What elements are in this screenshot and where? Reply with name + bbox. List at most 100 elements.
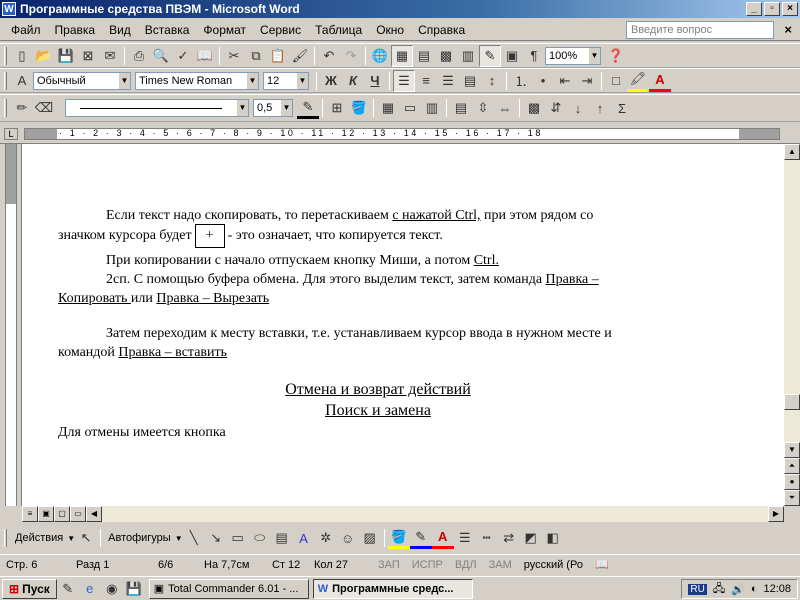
menu-table[interactable]: Таблица	[308, 21, 369, 39]
draw-font-color-icon[interactable]: A	[431, 527, 454, 549]
diagram-icon[interactable]: ✲	[315, 527, 337, 549]
scroll-down-icon[interactable]: ▼	[784, 442, 800, 458]
numbering-icon[interactable]: ⒈	[510, 70, 532, 92]
shadow-icon[interactable]: ◩	[520, 527, 542, 549]
cut-icon[interactable]: ✂	[223, 45, 245, 67]
maximize-button[interactable]: ▫	[764, 2, 780, 16]
scroll-right-icon[interactable]: ▶	[768, 506, 784, 522]
font-color-icon[interactable]: A	[649, 70, 671, 92]
status-track[interactable]: ИСПР	[406, 559, 449, 571]
undo-icon[interactable]: ↶	[318, 45, 340, 67]
research-icon[interactable]: 📖	[194, 45, 216, 67]
quicklaunch-icon-1[interactable]: ✎	[57, 578, 79, 600]
taskbar-word-document[interactable]: W Программные средс...	[312, 578, 473, 599]
menu-view[interactable]: Вид	[102, 21, 138, 39]
prev-page-icon[interactable]: ⏶	[784, 458, 800, 474]
autosum-icon[interactable]: Σ	[611, 97, 633, 119]
arrow-icon[interactable]: ↘	[205, 527, 227, 549]
status-record[interactable]: ЗАП	[372, 559, 406, 571]
highlight-icon[interactable]: 🖍	[627, 70, 649, 92]
font-size-select[interactable]: 12 ▼	[263, 71, 309, 90]
document-page[interactable]: Если текст надо скопировать, то перетаск…	[22, 144, 784, 506]
volume-icon[interactable]: 🔊	[731, 583, 745, 596]
document-map-icon[interactable]: ▣	[501, 45, 523, 67]
sort-desc-icon[interactable]: ↑	[589, 97, 611, 119]
zoom-select[interactable]: 100% ▼	[545, 46, 601, 65]
merge-cells-icon[interactable]: ▭	[399, 97, 421, 119]
line-style-select[interactable]: ▼	[65, 99, 249, 117]
redo-icon[interactable]: ↷	[340, 45, 362, 67]
status-overtype[interactable]: ЗАМ	[483, 559, 518, 571]
horizontal-scrollbar[interactable]: ≡ ▣ ▢ ▭ ◀ ▶	[22, 506, 784, 522]
menu-file[interactable]: Файл	[4, 21, 48, 39]
save-icon[interactable]: 💾	[55, 45, 77, 67]
email-icon[interactable]: ✉	[99, 45, 121, 67]
line-color-icon[interactable]: ✎	[409, 527, 432, 549]
spelling-status-icon[interactable]: 📖	[589, 558, 615, 571]
font-select[interactable]: Times New Roman ▼	[135, 71, 259, 90]
menu-insert[interactable]: Вставка	[138, 21, 197, 39]
rectangle-icon[interactable]: ▭	[227, 527, 249, 549]
arrow-style-icon[interactable]: ⇄	[498, 527, 520, 549]
insert-excel-icon[interactable]: ▩	[435, 45, 457, 67]
tables-borders-icon[interactable]: ▦	[391, 44, 413, 67]
open-folder-icon[interactable]: 📂	[33, 45, 55, 67]
vertical-scrollbar[interactable]: ▲ ▼ ⏶ ● ⏷	[784, 144, 800, 506]
language-indicator[interactable]: RU	[688, 583, 707, 595]
shading-color-icon[interactable]: 🪣	[348, 97, 370, 119]
print-icon[interactable]: ⎙	[128, 45, 150, 67]
picture-icon[interactable]: ▨	[359, 527, 381, 549]
close-button[interactable]: ×	[782, 2, 798, 16]
network-icon[interactable]: 🖧	[713, 580, 725, 599]
reading-view-icon[interactable]: ▭	[70, 506, 86, 522]
line-icon[interactable]: ╲	[183, 527, 205, 549]
paste-icon[interactable]: 📋	[267, 45, 289, 67]
align-right-icon[interactable]: ☰	[437, 70, 459, 92]
distribute-columns-icon[interactable]: ⇔	[494, 97, 516, 119]
distribute-rows-icon[interactable]: ⇳	[472, 97, 494, 119]
scroll-thumb[interactable]	[784, 394, 800, 410]
bold-button[interactable]: Ж	[320, 70, 342, 92]
hyperlink-icon[interactable]: 🌐	[369, 45, 391, 67]
quicklaunch-icon-3[interactable]: ◉	[101, 578, 123, 600]
quicklaunch-save-icon[interactable]: 💾	[123, 578, 145, 600]
draw-table-pencil-icon[interactable]: ✏	[11, 97, 33, 119]
align-cell-icon[interactable]: ▤	[450, 97, 472, 119]
dash-style-icon[interactable]: ┅	[476, 527, 498, 549]
internet-explorer-icon[interactable]: e	[79, 578, 101, 600]
vertical-ruler[interactable]	[0, 144, 22, 506]
status-extend[interactable]: ВДЛ	[449, 559, 483, 571]
insert-table-icon[interactable]: ▤	[413, 45, 435, 67]
menu-tools[interactable]: Сервис	[253, 21, 308, 39]
autoshapes-menu[interactable]: Автофигуры	[104, 532, 175, 544]
minimize-button[interactable]: _	[746, 2, 762, 16]
bullets-icon[interactable]: •	[532, 70, 554, 92]
taskbar-total-commander[interactable]: ▣ Total Commander 6.01 - ...	[148, 578, 309, 599]
spelling-icon[interactable]: ✓	[172, 45, 194, 67]
permission-icon[interactable]: ⊠	[77, 45, 99, 67]
tab-selector-icon[interactable]: L	[4, 128, 18, 140]
text-direction-icon[interactable]: ⇵	[545, 97, 567, 119]
text-box-icon[interactable]: ▤	[271, 527, 293, 549]
italic-button[interactable]: К	[342, 70, 364, 92]
ask-question-input[interactable]: Введите вопрос	[626, 21, 774, 39]
fill-color-icon[interactable]: 🪣	[387, 527, 410, 549]
word-app-icon[interactable]: W	[2, 2, 16, 16]
show-hide-icon[interactable]: ¶	[523, 45, 545, 67]
align-left-icon[interactable]: ☰	[393, 69, 415, 92]
menu-window[interactable]: Окно	[369, 21, 411, 39]
underline-button[interactable]: Ч	[364, 70, 386, 92]
clip-art-icon[interactable]: ☺	[337, 527, 359, 549]
line-spacing-icon[interactable]: ↕	[481, 70, 503, 92]
copy-icon[interactable]: ⧉	[245, 45, 267, 67]
styles-formatting-icon[interactable]: A	[11, 70, 33, 92]
increase-indent-icon[interactable]: ⇥	[576, 70, 598, 92]
scroll-left-icon[interactable]: ◀	[86, 506, 102, 522]
eraser-icon[interactable]: ⌫	[33, 97, 55, 119]
wordart-icon[interactable]: A	[293, 527, 315, 549]
close-document-icon[interactable]: ×	[784, 22, 792, 37]
horizontal-ruler[interactable]: L · 1 · 2 · 3 · 4 · 5 · 6 · 7 · 8 · 9 · …	[0, 124, 800, 144]
print-preview-icon[interactable]: 🔍	[150, 45, 172, 67]
help-icon[interactable]: ❓	[605, 45, 627, 67]
justify-icon[interactable]: ▤	[459, 70, 481, 92]
